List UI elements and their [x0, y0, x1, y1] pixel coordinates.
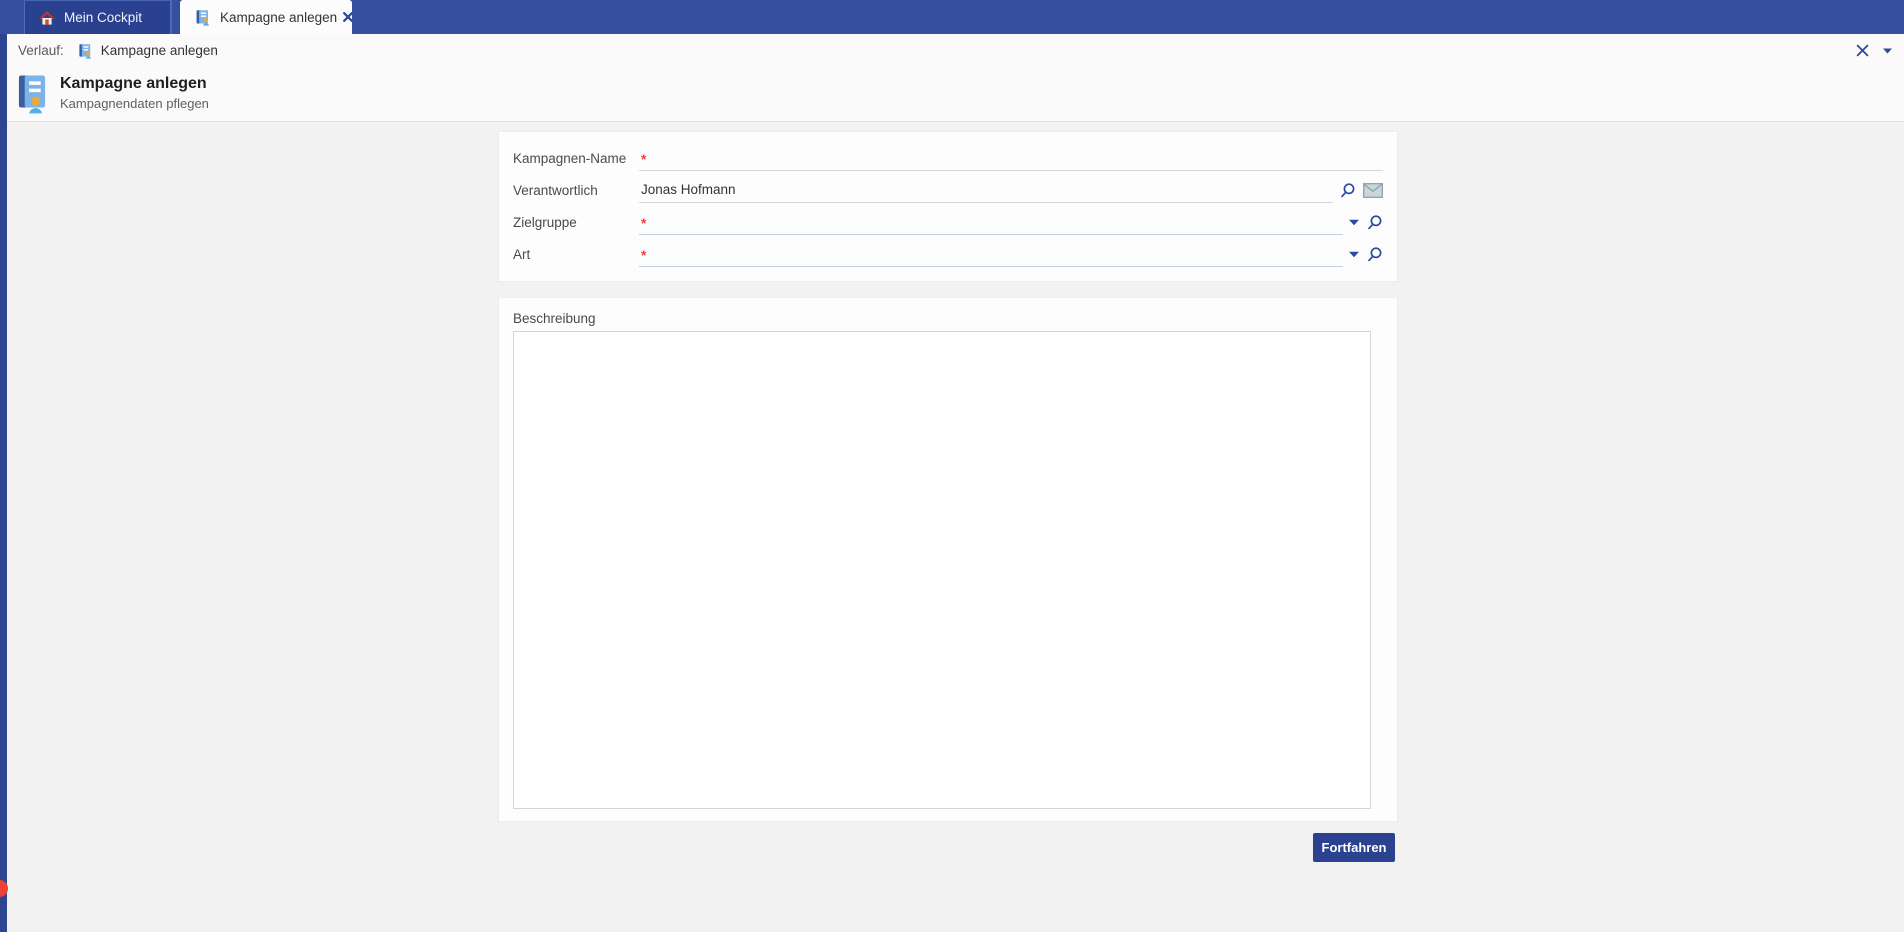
search-icon[interactable] [1366, 214, 1383, 231]
field-value: Jonas Hofmann [641, 182, 736, 197]
email-icon[interactable] [1363, 183, 1383, 198]
close-icon[interactable] [343, 9, 353, 25]
campaign-icon [194, 9, 211, 26]
close-icon[interactable] [1854, 42, 1871, 59]
zielgruppe-select[interactable]: * [639, 203, 1343, 235]
field-label: Kampagnen-Name [513, 139, 639, 171]
required-marker: * [641, 213, 646, 231]
history-entry-label: Kampagne anlegen [101, 43, 218, 58]
fortfahren-button[interactable]: Fortfahren [1313, 833, 1395, 862]
required-marker: * [641, 149, 646, 167]
dropdown-icon[interactable] [1349, 219, 1359, 226]
chevron-down-icon[interactable] [1881, 46, 1894, 56]
window-tab-bar: Mein Cockpit Kampagne anlegen [0, 0, 1904, 34]
notification-badge[interactable] [0, 880, 8, 897]
tab-label: Kampagne anlegen [220, 10, 337, 25]
page-title-block: Kampagne anlegen Kampagnendaten pflegen [16, 72, 209, 114]
campaign-icon [77, 43, 93, 59]
home-icon [39, 10, 55, 26]
field-label: Art [513, 235, 639, 267]
history-label: Verlauf: [18, 43, 64, 58]
art-select[interactable]: * [639, 235, 1343, 267]
field-row-verantwortlich: Verantwortlich Jonas Hofmann [513, 171, 1383, 203]
field-row-zielgruppe: Zielgruppe * [513, 203, 1383, 235]
field-label: Zielgruppe [513, 203, 639, 235]
tab-label: Mein Cockpit [64, 10, 142, 25]
field-label: Verantwortlich [513, 171, 639, 203]
history-entry-kampagne-anlegen[interactable]: Kampagne anlegen [77, 43, 218, 59]
campaign-icon [16, 72, 48, 114]
verantwortlich-input[interactable]: Jonas Hofmann [639, 171, 1333, 203]
required-marker: * [641, 245, 646, 263]
kampagnen-name-input[interactable]: * [639, 139, 1383, 171]
page-header-area: Verlauf: Kampagne anlegen [0, 34, 1904, 122]
history-bar: Verlauf: Kampagne anlegen [0, 34, 1904, 67]
description-card: Beschreibung [498, 297, 1398, 822]
collapsed-sidebar-strip[interactable] [0, 34, 7, 932]
page-title: Kampagne anlegen [60, 74, 209, 94]
page-subtitle: Kampagnendaten pflegen [60, 96, 209, 111]
tab-kampagne-anlegen[interactable]: Kampagne anlegen [180, 0, 352, 34]
beschreibung-textarea[interactable] [513, 331, 1371, 809]
field-row-art: Art * [513, 235, 1383, 267]
field-row-kampagnen-name: Kampagnen-Name * [513, 139, 1383, 171]
description-label: Beschreibung [513, 306, 1383, 330]
dropdown-icon[interactable] [1349, 251, 1359, 258]
search-icon[interactable] [1366, 246, 1383, 263]
campaign-fields-card: Kampagnen-Name * Verantwortlich Jonas Ho… [498, 131, 1398, 282]
search-icon[interactable] [1339, 182, 1356, 199]
tab-mein-cockpit[interactable]: Mein Cockpit [24, 0, 172, 34]
